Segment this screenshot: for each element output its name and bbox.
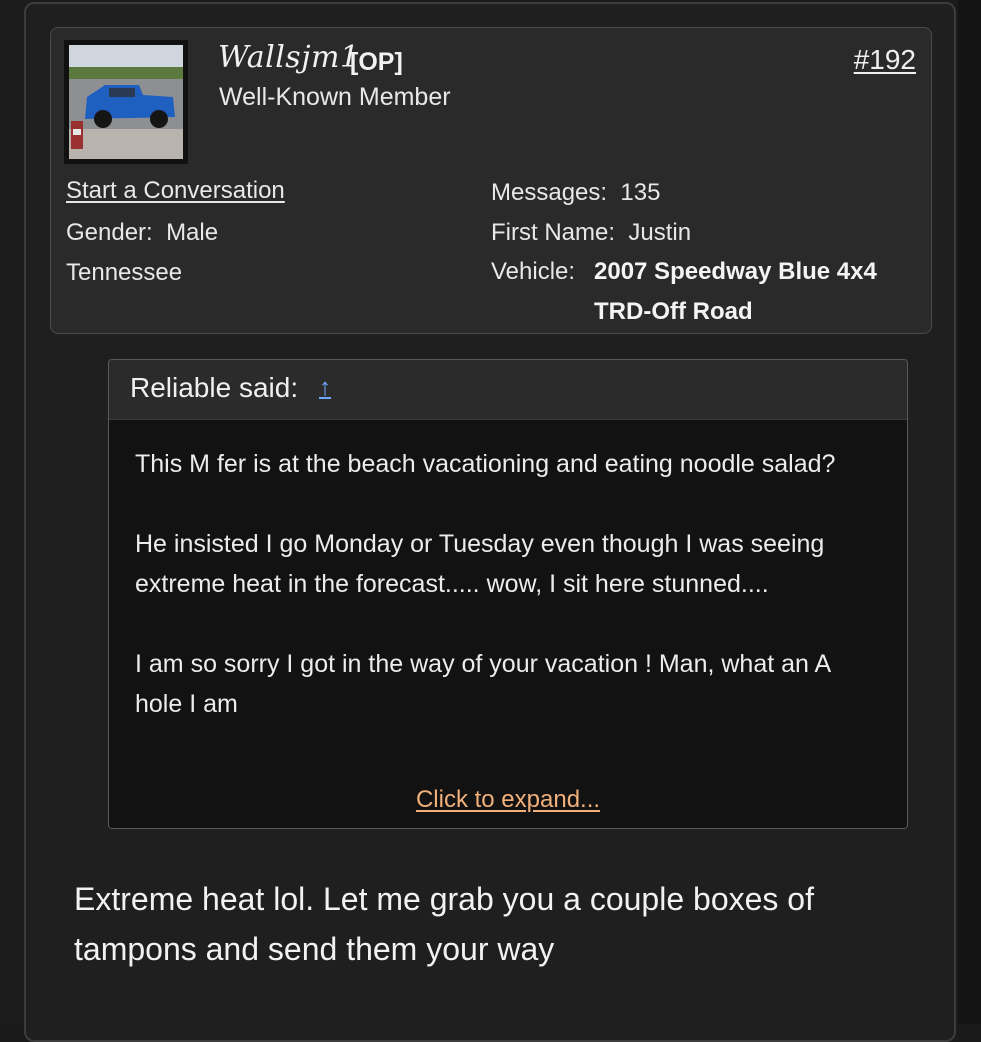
post-message-text: Extreme heat lol. Let me grab you a coup… — [74, 881, 814, 967]
jump-to-quote-arrow-icon[interactable]: ↑ — [319, 374, 331, 402]
post-number-link[interactable]: #192 — [854, 44, 916, 76]
location: Tennessee — [66, 259, 183, 286]
quote-content: This M fer is at the beach vacationing a… — [135, 444, 875, 764]
first-name-row: First Name: Justin — [491, 219, 691, 247]
forum-page: Wallsjm1 [OP] Well-Known Member #192 Sta… — [0, 0, 981, 1042]
vehicle-value-line2: TRD-Off Road — [594, 298, 753, 325]
vehicle-label: Vehicle: — [491, 258, 576, 285]
username[interactable]: Wallsjm1 — [218, 40, 360, 75]
gender-label: Gender: — [66, 219, 153, 246]
vehicle-value-line1: 2007 Speedway Blue 4x4 — [594, 258, 877, 285]
click-to-expand-link[interactable]: Click to expand... — [109, 786, 907, 814]
gender-value: Male — [166, 219, 219, 246]
op-badge: [OP] — [350, 48, 403, 76]
quote-paragraph: I am so sorry I got in the way of your v… — [135, 650, 830, 718]
quote-header: Reliable said: ↑ — [109, 360, 907, 420]
avatar-truck-photo — [69, 45, 183, 159]
quote-paragraph: This M fer is at the beach vacationing a… — [135, 450, 836, 478]
first-name-value: Justin — [628, 219, 692, 246]
page-edge — [958, 0, 981, 1024]
gender-row: Gender: Male — [66, 219, 218, 247]
messages-label: Messages: — [491, 179, 608, 206]
quote-paragraph: He insisted I go Monday or Tuesday even … — [135, 530, 825, 598]
start-conversation-link[interactable]: Start a Conversation — [66, 177, 285, 205]
quote-attribution: Reliable said: — [130, 372, 299, 403]
user-title: Well-Known Member — [219, 83, 451, 111]
messages-row: Messages: 135 — [491, 179, 660, 207]
user-avatar[interactable] — [64, 40, 188, 164]
messages-value: 135 — [620, 179, 661, 206]
quote-block: Reliable said: ↑ This M fer is at the be… — [108, 359, 908, 829]
first-name-label: First Name: — [491, 219, 616, 246]
